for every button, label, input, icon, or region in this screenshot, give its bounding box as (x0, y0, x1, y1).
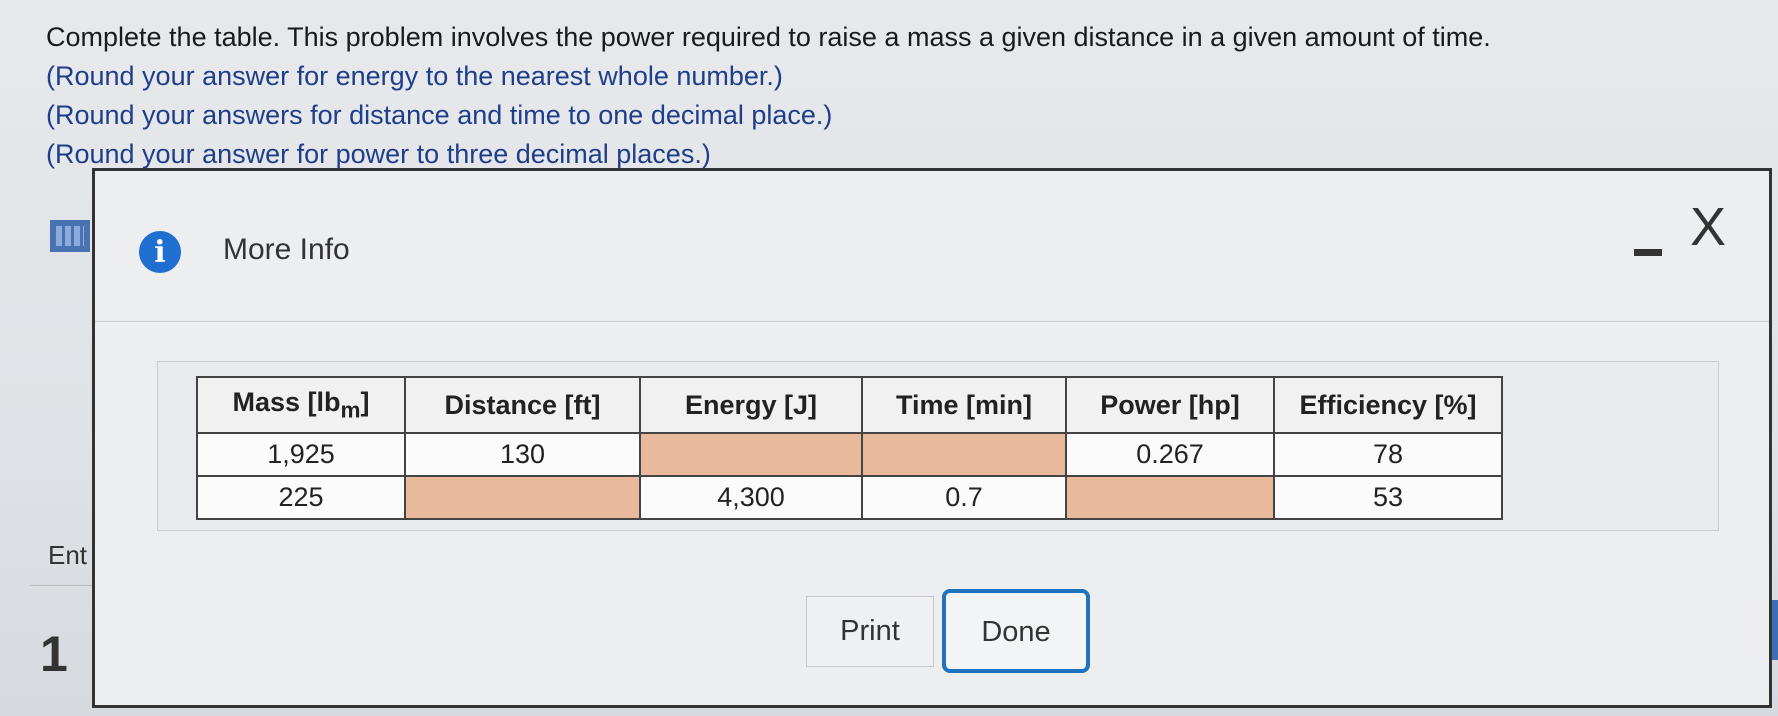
cell-distance: 130 (404, 432, 641, 477)
header-distance: Distance [ft] (404, 376, 641, 434)
more-info-dialog: i More Info X Mass [lbm] Distance [ft] E… (92, 168, 1772, 708)
close-button[interactable]: X (1690, 200, 1742, 254)
table-row: 1,925 130 0.267 78 (196, 432, 1503, 477)
cell-mass: 225 (196, 475, 406, 520)
cell-mass: 1,925 (196, 432, 406, 477)
dialog-title: More Info (223, 233, 350, 266)
enter-prompt-partial: Ent (48, 540, 88, 570)
dialog-header: i More Info X (95, 171, 1769, 322)
cell-power-blank (1065, 475, 1275, 520)
table-grid-icon[interactable] (50, 220, 90, 252)
problem-statement: Complete the table. This problem involve… (46, 18, 1746, 174)
header-mass-subscript: m (340, 397, 361, 423)
rounding-distance-time-note: (Round your answers for distance and tim… (46, 100, 833, 130)
header-power: Power [hp] (1065, 376, 1275, 434)
table-container: Mass [lbm] Distance [ft] Energy [J] Time… (157, 361, 1719, 531)
cell-power: 0.267 (1065, 432, 1275, 477)
done-button[interactable]: Done (942, 589, 1090, 673)
problem-instruction: Complete the table. This problem involve… (46, 22, 1491, 52)
cell-distance-blank (404, 475, 641, 520)
rounding-energy-note: (Round your answer for energy to the nea… (46, 61, 783, 91)
cell-efficiency: 78 (1273, 432, 1503, 477)
divider (30, 585, 100, 586)
cell-efficiency: 53 (1273, 475, 1503, 520)
header-energy: Energy [J] (639, 376, 863, 434)
cell-time-blank (861, 432, 1067, 477)
print-button[interactable]: Print (806, 596, 934, 667)
cell-energy: 4,300 (639, 475, 863, 520)
header-time: Time [min] (861, 376, 1067, 434)
header-efficiency: Efficiency [%] (1273, 376, 1503, 434)
table-header-row: Mass [lbm] Distance [ft] Energy [J] Time… (196, 376, 1503, 434)
cell-energy-blank (639, 432, 863, 477)
data-table: Mass [lbm] Distance [ft] Energy [J] Time… (196, 376, 1503, 520)
minimize-button[interactable] (1628, 227, 1668, 257)
info-icon: i (139, 231, 181, 273)
table-row: 225 4,300 0.7 53 (196, 475, 1503, 520)
cell-time: 0.7 (861, 475, 1067, 520)
header-mass: Mass [lbm] (196, 376, 406, 434)
question-number: 1 (40, 626, 68, 682)
header-mass-label: Mass [lb (232, 386, 341, 417)
